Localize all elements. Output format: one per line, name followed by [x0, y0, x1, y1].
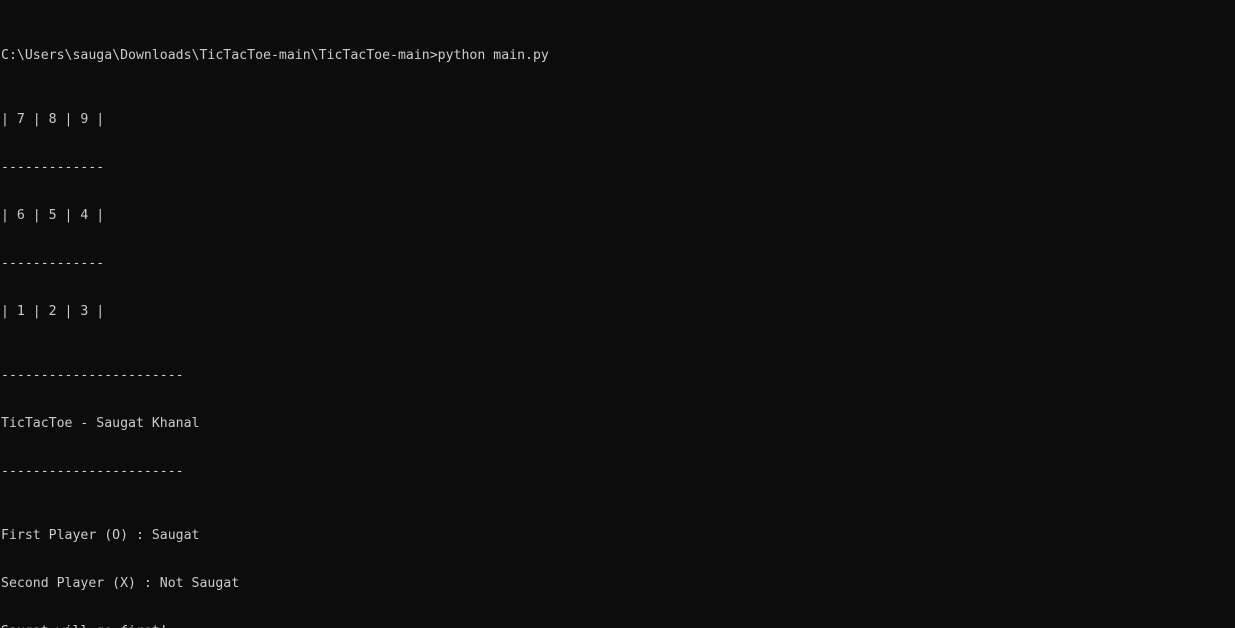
reference-board-separator-2: -------------: [1, 256, 105, 271]
title-separator-top: -----------------------: [1, 368, 184, 383]
title-separator-bottom: -----------------------: [1, 464, 184, 479]
reference-board-row-bottom: | 1 | 2 | 3 |: [1, 304, 105, 319]
first-move-notice: Saugat will go first!: [1, 624, 1235, 628]
second-player-label: Second Player (X) : Not Saugat: [1, 576, 240, 591]
terminal-screen[interactable]: C:\Users\sauga\Downloads\TicTacToe-main\…: [0, 0, 1235, 628]
first-player-label: First Player (O) : Saugat: [1, 528, 200, 543]
reference-board-row-middle: | 6 | 5 | 4 |: [1, 208, 105, 223]
reference-board-row-top: | 7 | 8 | 9 |: [1, 112, 105, 127]
game-title: TicTacToe - Saugat Khanal: [1, 416, 200, 431]
command-prompt-line: C:\Users\sauga\Downloads\TicTacToe-main\…: [1, 48, 549, 63]
reference-board-separator-1: -------------: [1, 160, 105, 175]
